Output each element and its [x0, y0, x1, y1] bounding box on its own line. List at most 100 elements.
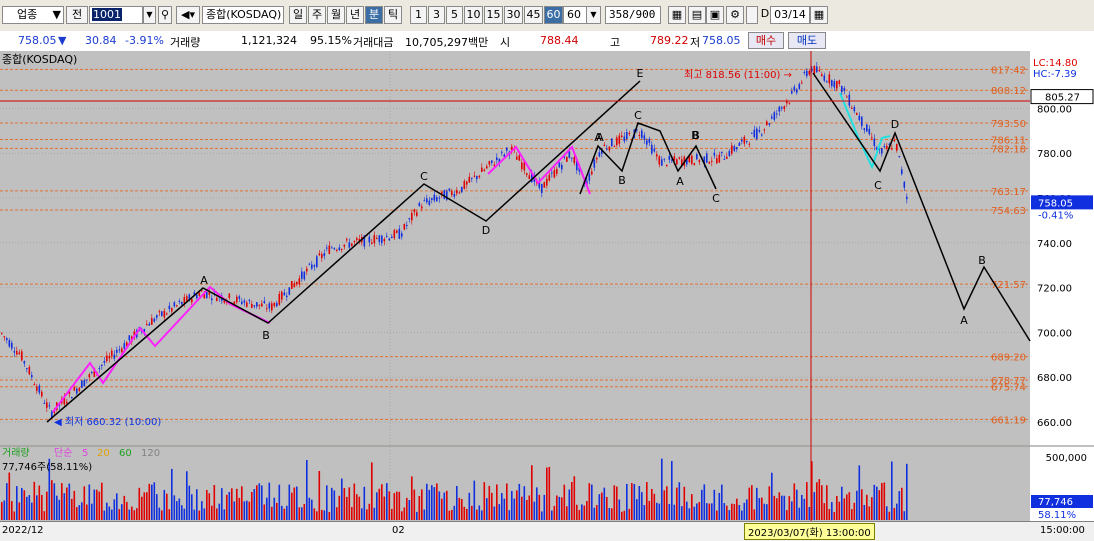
- volume-bar: [168, 509, 171, 520]
- candle-body: [108, 356, 111, 359]
- volume-bar: [73, 490, 76, 520]
- period-button-3[interactable]: 년: [346, 6, 364, 24]
- minute-button-15[interactable]: 15: [484, 6, 503, 24]
- period-button-5[interactable]: 틱: [384, 6, 402, 24]
- candle-body: [716, 158, 718, 164]
- candle-body: [816, 66, 818, 73]
- volume-bar: [421, 489, 423, 520]
- volume-bar: [593, 507, 596, 520]
- minute-button-45[interactable]: 45: [524, 6, 543, 24]
- period-button-2[interactable]: 월: [327, 6, 345, 24]
- candle-body: [211, 298, 213, 301]
- period-button-0[interactable]: 일: [289, 6, 307, 24]
- volume-bar: [781, 495, 783, 520]
- volume-bar: [721, 484, 723, 520]
- volume-bar: [556, 495, 558, 520]
- chart-style-icon[interactable]: ▦: [668, 6, 686, 24]
- candle-body: [21, 351, 23, 361]
- volume-bar: [873, 484, 876, 520]
- candle-body: [236, 296, 238, 303]
- candle-body: [436, 197, 438, 202]
- candle-body: [8, 340, 11, 347]
- date-checkbox[interactable]: [746, 6, 758, 24]
- prev-button[interactable]: 전: [66, 6, 88, 24]
- candle-body: [346, 239, 348, 241]
- candle-body: [618, 135, 621, 144]
- minute-button-30[interactable]: 30: [504, 6, 523, 24]
- volume-bar: [106, 502, 108, 520]
- search-icon[interactable]: ⚲: [158, 6, 172, 24]
- minute-button-3[interactable]: 3: [428, 6, 445, 24]
- save-icon[interactable]: ▣: [706, 6, 724, 24]
- candle-body: [761, 134, 763, 136]
- candle-body: [283, 292, 286, 296]
- candle-body: [26, 368, 28, 370]
- candle-body: [368, 236, 371, 243]
- candle-body: [41, 391, 43, 397]
- candle-body: [411, 213, 413, 221]
- calendar-icon[interactable]: ▦: [810, 6, 828, 24]
- candle-body: [776, 113, 778, 115]
- count-field[interactable]: 358/900: [605, 6, 661, 24]
- volume-bar: [701, 489, 703, 520]
- volume-bar: [148, 483, 151, 520]
- minute-button-1[interactable]: 1: [410, 6, 427, 24]
- candle-body: [838, 80, 841, 84]
- buy-button[interactable]: 매수: [748, 32, 784, 49]
- period-button-1[interactable]: 주: [308, 6, 326, 24]
- date-input[interactable]: 03/14: [770, 6, 810, 24]
- candle-body: [773, 112, 776, 120]
- volume-bar: [131, 506, 133, 520]
- speaker-icon[interactable]: ◀▾: [176, 6, 200, 24]
- candle-body: [596, 157, 598, 160]
- chart-area[interactable]: 817.42 808.12 793.50 786.11 782.18 763.17 754.…: [0, 51, 1094, 521]
- volume-bar: [531, 465, 533, 520]
- candle-body: [483, 169, 486, 172]
- volume-bar: [416, 511, 418, 520]
- candle-body: [598, 152, 601, 157]
- volume-bar: [143, 492, 146, 520]
- candle-body: [733, 146, 736, 151]
- price-chart-svg[interactable]: 817.42808.12793.50786.11782.18763.17754.…: [0, 51, 1094, 521]
- candle-body: [286, 295, 288, 298]
- minute-button-60[interactable]: 60: [544, 6, 563, 24]
- volume-bar: [768, 486, 771, 520]
- code-input[interactable]: 1001: [89, 6, 143, 24]
- candle-body: [181, 301, 183, 305]
- candle-body: [591, 171, 593, 175]
- candle-body: [861, 116, 863, 127]
- candle-body: [866, 124, 868, 132]
- volume-bar: [521, 496, 523, 520]
- minute-button-5[interactable]: 5: [446, 6, 463, 24]
- volume-bar: [866, 494, 868, 520]
- candle-body: [896, 143, 898, 151]
- period-button-4[interactable]: 분: [365, 6, 383, 24]
- volume-bar: [906, 463, 908, 520]
- candle-body: [693, 163, 696, 166]
- volume-bar: [523, 486, 526, 520]
- candle-body: [456, 190, 458, 194]
- candle-body: [471, 177, 473, 179]
- sell-button[interactable]: 매도: [788, 32, 826, 49]
- candle-body: [491, 160, 493, 163]
- candle-body: [758, 130, 761, 132]
- candle-body: [321, 254, 323, 259]
- volume-bar: [631, 483, 633, 520]
- interval-dropdown-button[interactable]: ▼: [586, 6, 601, 24]
- price-axis-tick-4: 720.00: [1037, 284, 1072, 295]
- gear-icon[interactable]: ⚙: [726, 6, 744, 24]
- minute-button-10[interactable]: 10: [464, 6, 483, 24]
- code-dropdown-button[interactable]: ▼: [143, 6, 156, 24]
- volume-bar: [821, 485, 823, 520]
- volume-bar: [813, 492, 816, 520]
- volume-bar: [741, 510, 743, 520]
- volume-bar: [596, 505, 598, 520]
- grid-icon[interactable]: ▤: [688, 6, 706, 24]
- volume-bar: [718, 492, 721, 520]
- candle-body: [196, 294, 198, 299]
- volume-bar: [751, 485, 753, 520]
- candle-body: [311, 264, 313, 269]
- sector-dropdown[interactable]: 업종 ▼: [2, 6, 64, 24]
- volume-bar: [346, 496, 348, 520]
- candle-body: [103, 361, 106, 363]
